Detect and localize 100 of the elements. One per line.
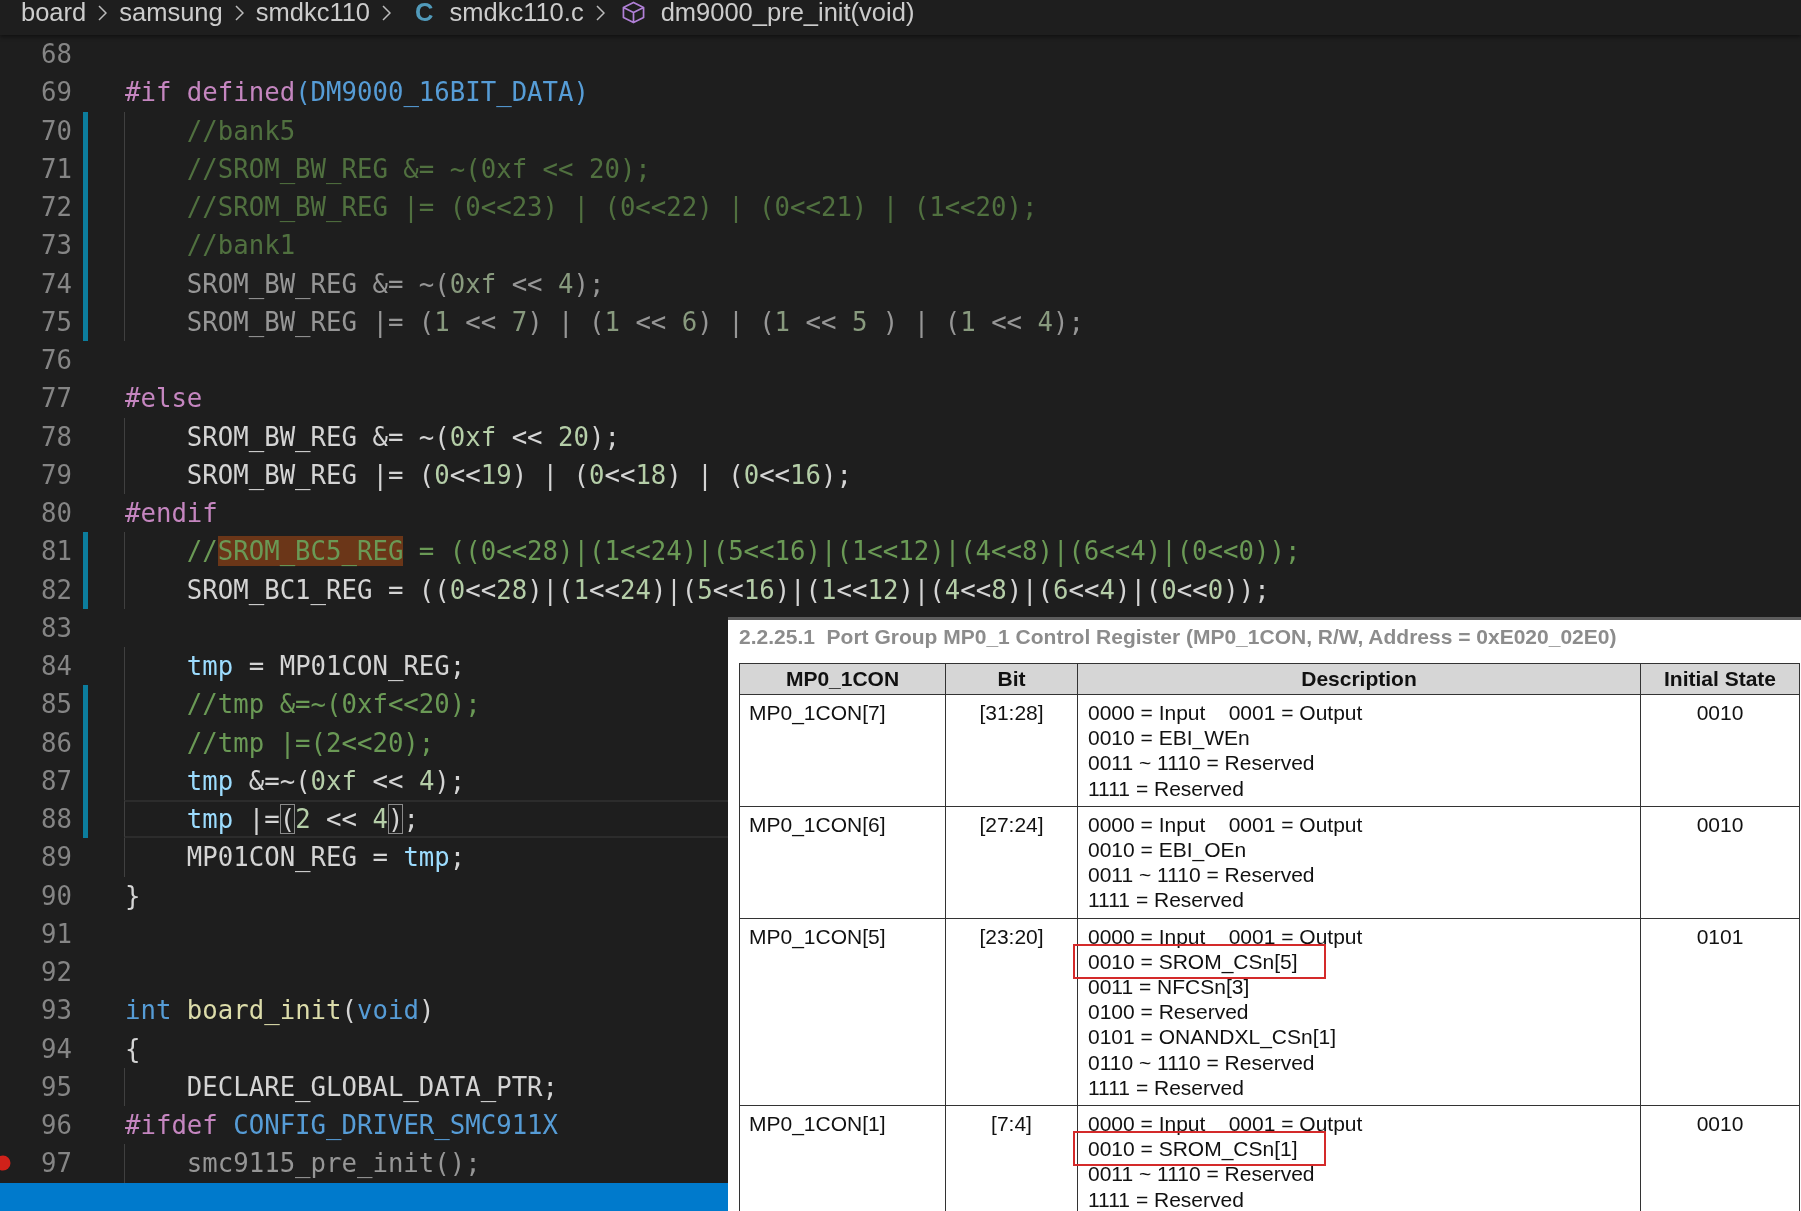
breadcrumb-item[interactable]: board <box>21 0 87 24</box>
line-number: 80 <box>40 497 72 530</box>
code-line: { <box>125 1033 141 1064</box>
table-cell: MP0_1CON[5] <box>739 918 946 1106</box>
code-line: DECLARE_GLOBAL_DATA_PTR; <box>185 1071 559 1102</box>
description-line: 0000 = Input 0001 = Output <box>1088 811 1363 837</box>
line-number: 82 <box>40 573 72 607</box>
line-number: 77 <box>40 382 72 416</box>
chevron-right-icon <box>595 5 605 21</box>
code-line: MP01CON_REG = tmp; <box>185 842 466 873</box>
breadcrumb-item[interactable]: samsung <box>119 0 223 24</box>
line-number: 74 <box>40 267 72 301</box>
table-cell: [23:20] <box>945 918 1078 1106</box>
line-number: 79 <box>40 458 72 492</box>
table-cell: MP0_1CON[6] <box>739 806 946 919</box>
line-number: 94 <box>40 1032 72 1066</box>
change-marker[interactable] <box>83 111 88 150</box>
description-line: 0000 = Input 0001 = Output <box>1088 700 1363 726</box>
code-line: SROM_BW_REG |= (0<<19) | (0<<18) | (0<<16); <box>185 459 852 490</box>
breakpoint-icon[interactable] <box>0 1155 11 1172</box>
code-line: //bank1 <box>185 230 296 261</box>
code-line: } <box>125 880 141 911</box>
line-number: 96 <box>40 1109 72 1142</box>
code-line: #else <box>125 383 203 414</box>
table-cell: MP0_1CON[1] <box>739 1105 946 1211</box>
line-number: 85 <box>40 688 72 722</box>
chevron-right-icon <box>98 5 108 21</box>
code-line: tmp = MP01CON_REG; <box>185 651 466 681</box>
table-cell: 0101 <box>1640 918 1800 1106</box>
line-number: 81 <box>40 535 72 569</box>
c-file-icon: C <box>415 0 434 24</box>
code-line: tmp |=(2 << 4); <box>185 804 419 834</box>
code-line: int board_init(void) <box>125 995 435 1026</box>
code-line: //tmp |=(2<<20); <box>185 727 435 758</box>
chevron-right-icon <box>234 5 244 21</box>
change-marker[interactable] <box>83 532 88 571</box>
chevron-right-icon <box>382 5 392 21</box>
code-line: SROM_BC1_REG = ((0<<28)|(1<<24)|(5<<16)|(1<<12)|(4<<8)|(6<<4)|(0<<0)); <box>185 574 1270 605</box>
code-line: smc9115_pre_init(); <box>185 1148 481 1179</box>
code-line: #endif <box>125 498 218 528</box>
code-line: #if defined(DM9000_16BIT_DATA) <box>125 77 589 108</box>
line-number: 70 <box>40 114 72 148</box>
description-line: 1111 = Reserved <box>1088 1074 1244 1101</box>
code-line: SROM_BW_REG &= ~(0xf << 20); <box>185 421 620 452</box>
description-line: 0101 = ONANDXL_CSn[1] <box>1088 1024 1337 1050</box>
line-number: 90 <box>40 879 72 913</box>
code-line: //tmp &=~(0xf<<20); <box>185 689 481 720</box>
line-number: 75 <box>40 305 72 339</box>
line-number: 84 <box>40 650 72 683</box>
breadcrumb-item[interactable]: smdkc110 <box>255 0 371 24</box>
description-line: 0010 = EBI_OEn <box>1088 837 1247 863</box>
description-line: 1111 = Reserved <box>1088 1186 1244 1211</box>
line-number: 72 <box>40 191 72 224</box>
description-line: 1111 = Reserved <box>1088 775 1244 801</box>
code-line: //SROM_BC5_REG = ((0<<28)|(1<<24)|(5<<16)|(1<<12)|(4<<8)|(6<<4)|(0<<0)); <box>185 536 1301 567</box>
line-number: 87 <box>40 764 72 798</box>
description-line: 0110 ~ 1110 = Reserved <box>1088 1049 1315 1075</box>
column-header: Initial State <box>1640 663 1800 695</box>
description-line: 1111 = Reserved <box>1088 887 1244 913</box>
column-header: Bit <box>945 663 1078 695</box>
description-line: 0011 ~ 1110 = Reserved <box>1088 862 1315 888</box>
table-cell: 0010 <box>1640 694 1800 807</box>
code-line: tmp &=~(0xf << 4); <box>185 765 466 796</box>
line-number: 93 <box>40 994 72 1028</box>
description-line: 0100 = Reserved <box>1088 999 1249 1025</box>
line-number: 97 <box>40 1147 72 1181</box>
line-number: 89 <box>40 841 72 875</box>
line-number: 92 <box>40 956 72 989</box>
column-header: MP0_1CON <box>739 663 946 695</box>
code-line: SROM_BW_REG |= (1 << 7) | (1 << 6) | (1 << 5 ) | (1 << 4); <box>185 306 1084 337</box>
change-marker[interactable] <box>83 685 88 724</box>
description-line: 0011 ~ 1110 = Reserved <box>1088 750 1315 776</box>
line-number: 73 <box>40 229 72 263</box>
table-cell: MP0_1CON[7] <box>739 694 946 807</box>
code-line: //bank5 <box>185 115 296 146</box>
change-marker[interactable] <box>83 800 88 839</box>
code-line: //SROM_BW_REG |= (0<<23) | (0<<22) | (0<<21) | (1<<20); <box>185 192 1038 222</box>
line-number: 95 <box>40 1070 72 1104</box>
column-header: Description <box>1077 663 1641 695</box>
line-number: 86 <box>40 726 72 760</box>
line-number: 78 <box>40 420 72 454</box>
table-cell: [27:24] <box>945 806 1078 919</box>
code-line: SROM_BW_REG &= ~(0xf << 4); <box>185 268 605 299</box>
code-line: //SROM_BW_REG &= ~(0xf << 20); <box>185 153 651 184</box>
cube-icon <box>621 1 645 24</box>
line-number: 68 <box>40 38 72 71</box>
section-title: 2.2.25.1 Port Group MP0_1 Control Register (MP0_1CON, R/W, Address = 0xE020_02E0) <box>739 624 1618 650</box>
line-number: 71 <box>40 152 72 186</box>
line-number: 83 <box>40 611 72 645</box>
change-marker[interactable] <box>83 570 88 609</box>
table-cell: 0010 <box>1640 806 1800 919</box>
line-number: 91 <box>40 917 72 951</box>
line-number: 88 <box>40 803 72 836</box>
change-marker[interactable] <box>83 302 88 341</box>
breadcrumb-item[interactable]: dm9000_pre_init(void) <box>660 0 915 24</box>
table-cell: [31:28] <box>945 694 1078 807</box>
description-line: 0010 = EBI_WEn <box>1088 725 1250 751</box>
code-line: #ifdef CONFIG_DRIVER_SMC911X <box>125 1110 559 1140</box>
breadcrumb-item[interactable]: smdkc110.c <box>449 0 584 24</box>
line-number: 69 <box>40 76 72 110</box>
